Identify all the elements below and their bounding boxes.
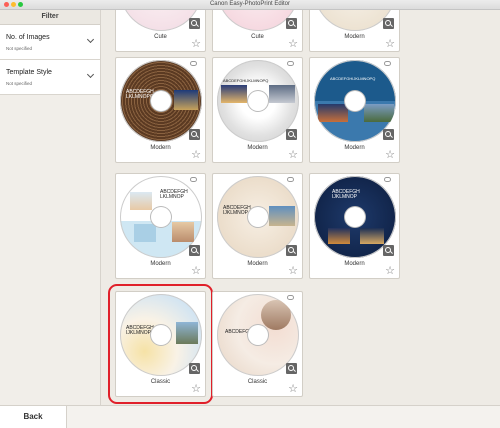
disc-hole bbox=[151, 91, 171, 111]
zoom-icon[interactable] bbox=[189, 18, 200, 29]
filter-template-style[interactable]: Template Style Not specified bbox=[0, 60, 100, 95]
disc-hole bbox=[151, 207, 171, 227]
disc-photo bbox=[134, 224, 156, 242]
template-card[interactable]: Cute ☆ bbox=[212, 10, 303, 52]
template-card[interactable]: ABCDEFGHIJKLMNOPQ Modern ☆ bbox=[309, 57, 400, 163]
disc-photo bbox=[172, 222, 194, 242]
disc-photo bbox=[221, 85, 247, 103]
filter-no-of-images[interactable]: No. of Images Not specified bbox=[0, 25, 100, 60]
cloud-download-icon bbox=[190, 61, 197, 66]
filter-sidebar: Filter No. of Images Not specified Templ… bbox=[0, 10, 101, 405]
star-icon[interactable]: ☆ bbox=[191, 150, 201, 161]
zoom-icon[interactable] bbox=[383, 18, 394, 29]
zoom-icon[interactable] bbox=[286, 245, 297, 256]
star-icon[interactable]: ☆ bbox=[385, 39, 395, 50]
back-button[interactable]: Back bbox=[0, 406, 67, 428]
disc-text: ABCDEFGH IJKLMNOP bbox=[126, 325, 154, 336]
star-icon[interactable]: ☆ bbox=[288, 384, 298, 395]
zoom-icon[interactable] bbox=[383, 245, 394, 256]
disc-photo bbox=[269, 206, 295, 226]
filter-value: Not specified bbox=[6, 81, 33, 86]
star-icon[interactable]: ☆ bbox=[288, 266, 298, 277]
disc-photo bbox=[269, 85, 295, 103]
disc-text: ABCDEFGH LKLMNOP bbox=[160, 189, 188, 200]
disc-hole bbox=[151, 325, 171, 345]
disc-text: ABCDEFGHIJKLMNOPQ bbox=[223, 78, 269, 83]
cloud-download-icon bbox=[287, 295, 294, 300]
disc-photo bbox=[176, 322, 198, 344]
filter-value: Not specified bbox=[6, 46, 33, 51]
star-icon[interactable]: ☆ bbox=[191, 39, 201, 50]
template-card[interactable]: ABCDEFGHIJKLMNOPQ Modern ☆ bbox=[212, 57, 303, 163]
zoom-icon[interactable] bbox=[286, 129, 297, 140]
template-grid: Cute ☆ Cute ☆ Modern ☆ ABCDEFGH LKLMNOPQ… bbox=[101, 10, 500, 405]
disc-hole bbox=[248, 91, 268, 111]
star-icon[interactable]: ☆ bbox=[288, 39, 298, 50]
zoom-icon[interactable] bbox=[189, 245, 200, 256]
disc-hole bbox=[345, 91, 365, 111]
disc-text: ABCDEFGH IJKLMNOP bbox=[332, 189, 360, 200]
window-title: Canon Easy-PhotoPrint Editor bbox=[209, 1, 291, 7]
filter-title: No. of Images bbox=[6, 34, 50, 41]
template-card[interactable]: Cute ☆ bbox=[115, 10, 206, 52]
chevron-down-icon bbox=[86, 35, 95, 44]
disc-photo bbox=[328, 228, 350, 244]
filter-title: Template Style bbox=[6, 69, 52, 76]
zoom-icon[interactable] bbox=[286, 18, 297, 29]
template-card[interactable]: ABCDEFGH LKLMNOPQ Modern ☆ bbox=[115, 57, 206, 163]
template-card[interactable]: ABCDEFGH IJKLMNOP Modern ☆ bbox=[309, 173, 400, 279]
cloud-download-icon bbox=[287, 177, 294, 182]
disc-hole bbox=[248, 325, 268, 345]
star-icon[interactable]: ☆ bbox=[385, 150, 395, 161]
chevron-down-icon bbox=[86, 70, 95, 79]
cloud-download-icon bbox=[287, 61, 294, 66]
disc-photo bbox=[261, 300, 291, 330]
template-card-selected[interactable]: ABCDEFGH IJKLMNOP Classic ☆ bbox=[108, 284, 213, 404]
bottom-bar: Back bbox=[0, 405, 500, 428]
disc-text: ABCDEFGH LKLMNOPQ bbox=[126, 89, 154, 100]
window-titlebar: Canon Easy-PhotoPrint Editor bbox=[0, 0, 500, 10]
disc-hole bbox=[345, 207, 365, 227]
template-card[interactable]: ABCDEFGH Classic ☆ bbox=[212, 291, 303, 397]
template-card[interactable]: ABCDEFGH IJKLMNOP Modern ☆ bbox=[212, 173, 303, 279]
disc-photo bbox=[360, 228, 384, 244]
disc-photo bbox=[364, 104, 394, 122]
disc-photo bbox=[174, 90, 198, 110]
cloud-download-icon bbox=[190, 177, 197, 182]
disc-photo bbox=[130, 192, 152, 210]
disc-photo bbox=[318, 104, 348, 122]
star-icon[interactable]: ☆ bbox=[288, 150, 298, 161]
disc-text: ABCDEFGHIJKLMNOPQ bbox=[330, 76, 376, 81]
star-icon[interactable]: ☆ bbox=[191, 266, 201, 277]
zoom-icon[interactable] bbox=[189, 129, 200, 140]
cloud-download-icon bbox=[384, 177, 391, 182]
template-card[interactable]: ABCDEFGH LKLMNOP Modern ☆ bbox=[115, 173, 206, 279]
zoom-icon[interactable] bbox=[189, 363, 200, 374]
disc-text: ABCDEFGH IJKLMNOP bbox=[223, 205, 251, 216]
star-icon[interactable]: ☆ bbox=[385, 266, 395, 277]
star-icon[interactable]: ☆ bbox=[191, 384, 201, 395]
disc-hole bbox=[248, 207, 268, 227]
template-card[interactable]: Modern ☆ bbox=[309, 10, 400, 52]
zoom-icon[interactable] bbox=[286, 363, 297, 374]
zoom-icon[interactable] bbox=[383, 129, 394, 140]
filter-header: Filter bbox=[0, 10, 100, 25]
cloud-download-icon bbox=[384, 61, 391, 66]
